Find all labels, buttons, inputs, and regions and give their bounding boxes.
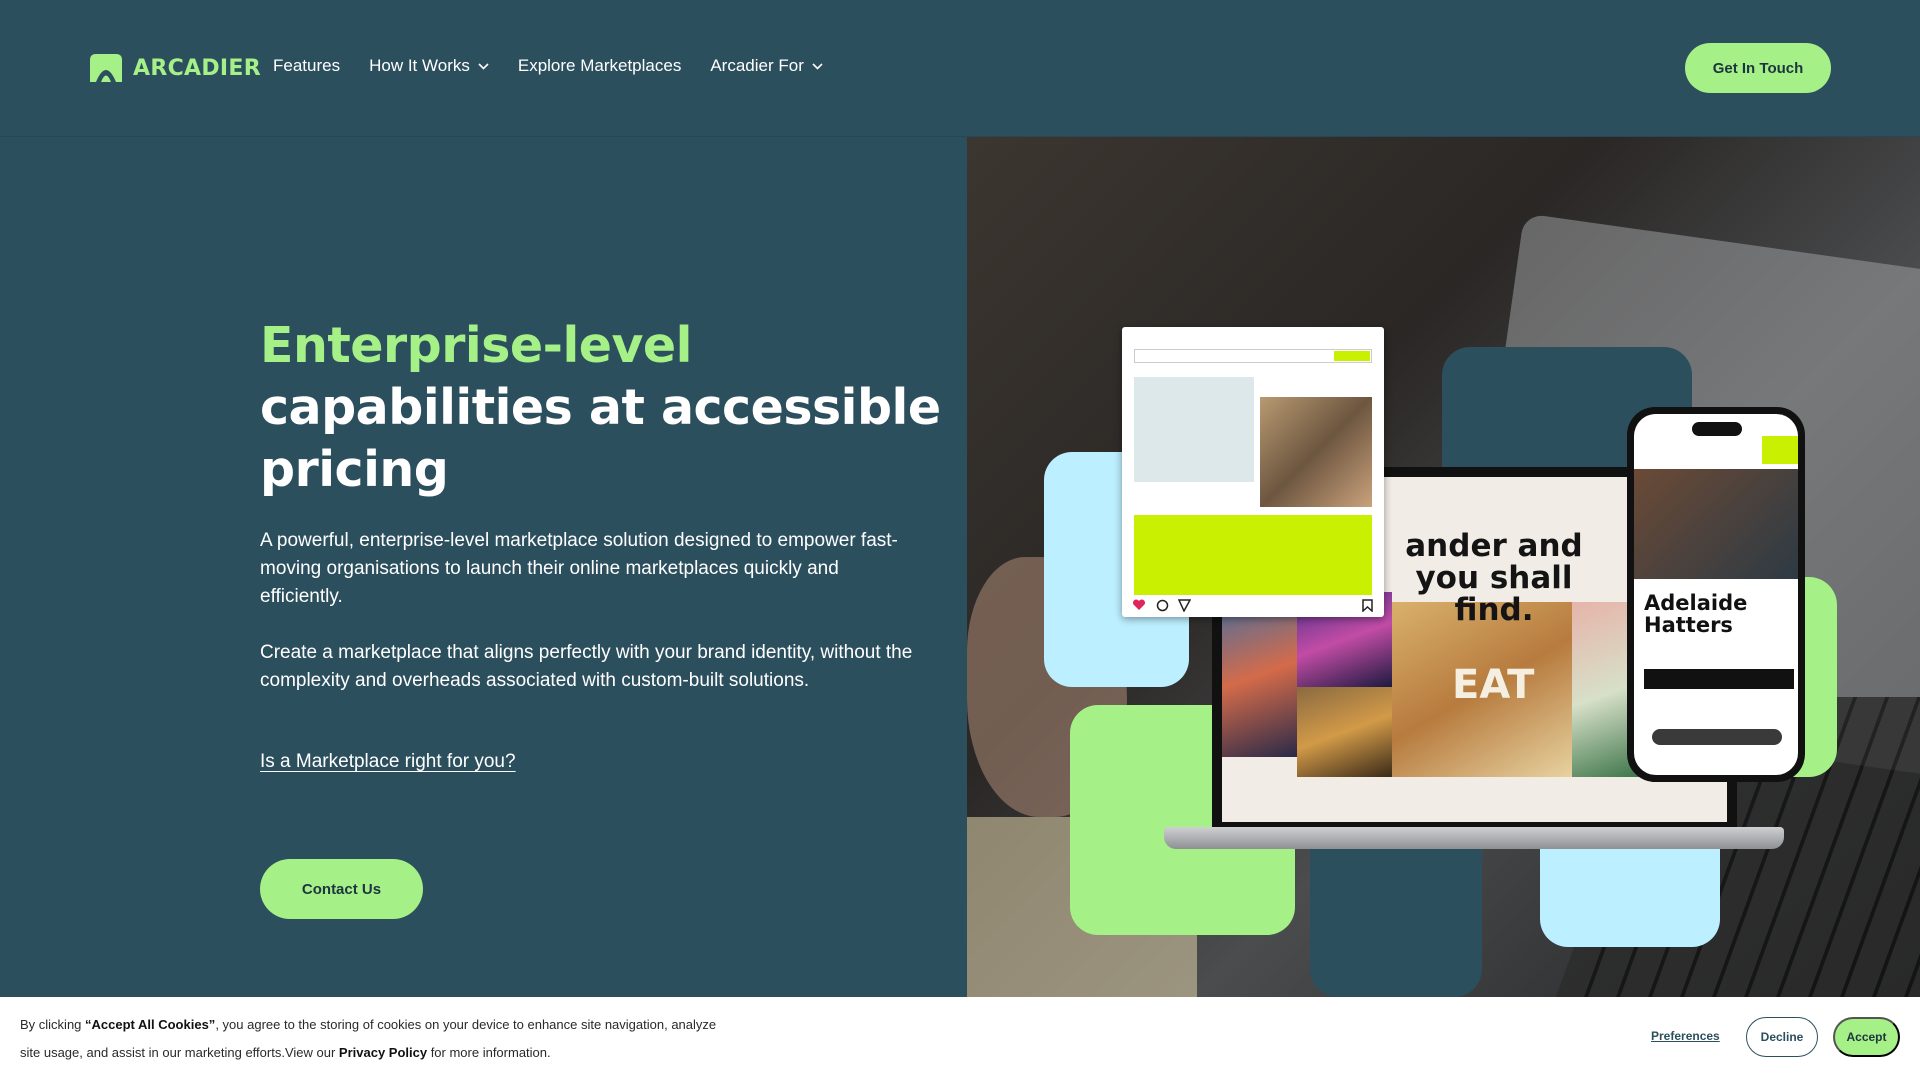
mock-map <box>1134 377 1254 482</box>
nav-label: Explore Marketplaces <box>517 56 682 75</box>
nav-label: Features <box>273 56 341 75</box>
laptop-base <box>1164 827 1784 849</box>
accept-button[interactable]: Accept <box>1833 1017 1900 1057</box>
comment-icon <box>1156 599 1169 612</box>
decline-button[interactable]: Decline <box>1746 1017 1818 1057</box>
cookie-message: By clicking “Accept All Cookies”, you ag… <box>20 1011 720 1067</box>
cookie-accept-all-text: “Accept All Cookies” <box>85 1017 216 1032</box>
phone-photo <box>1634 469 1798 579</box>
nav-arcadier-for[interactable]: Arcadier For <box>710 56 823 76</box>
nav-explore-marketplaces[interactable]: Explore Marketplaces <box>518 56 681 76</box>
privacy-policy-link[interactable]: Privacy Policy <box>339 1045 427 1060</box>
arcadier-logo-icon <box>90 54 122 82</box>
phone-mockup: Adelaide Hatters <box>1627 407 1805 782</box>
mock-button <box>1334 351 1370 361</box>
nav-how-it-works[interactable]: How It Works <box>369 56 489 76</box>
logo[interactable]: ARCADIER <box>88 52 261 84</box>
phone-go-button <box>1762 436 1798 464</box>
cookie-prefix: By clicking <box>20 1017 86 1032</box>
share-icon <box>1178 599 1191 612</box>
get-in-touch-button[interactable]: Get In Touch <box>1685 43 1831 93</box>
hero-paragraph-1: A powerful, enterprise-level marketplace… <box>260 530 898 607</box>
laptop-headline: ander and you shall find. <box>1405 528 1583 628</box>
phone-notch <box>1692 422 1742 436</box>
contact-us-button[interactable]: Contact Us <box>260 859 423 919</box>
nav-label: Arcadier For <box>710 56 804 75</box>
hero-title-accent: Enterprise-level <box>260 317 692 374</box>
screen-photo <box>1297 687 1392 777</box>
top-nav: ARCADIER Features How It Works Explore M… <box>0 0 1920 137</box>
screen-eat-text: EAT <box>1452 662 1535 708</box>
phone-screen: Adelaide Hatters <box>1634 414 1798 775</box>
phone-title: Adelaide Hatters <box>1644 591 1748 637</box>
cookie-banner: By clicking “Accept All Cookies”, you ag… <box>0 997 1920 1080</box>
mock-yellow-footer <box>1134 515 1372 595</box>
hero-title-rest: capabilities at accessible pricing <box>260 379 941 498</box>
main-menu: Features How It Works Explore Marketplac… <box>273 56 823 76</box>
mock-product-grid <box>1260 397 1372 507</box>
hero-paragraph-2: Create a marketplace that aligns perfect… <box>260 642 913 691</box>
logo-text: ARCADIER <box>133 55 261 81</box>
chevron-down-icon <box>478 62 489 70</box>
nav-label: How It Works <box>369 56 470 75</box>
phone-url-bar <box>1652 729 1782 745</box>
chevron-down-icon <box>812 62 823 70</box>
nav-features[interactable]: Features <box>273 56 340 76</box>
heart-icon <box>1132 599 1146 610</box>
phone-learn-more <box>1644 669 1794 689</box>
social-post-mockup <box>1122 327 1384 617</box>
marketplace-right-for-you-link[interactable]: Is a Marketplace right for you? <box>260 751 516 773</box>
hero-image: EAT ander and you shall find. Adelaide H… <box>967 137 1920 997</box>
hero-title: Enterprise-level capabilities at accessi… <box>260 315 960 501</box>
cookie-suffix: for more information. <box>427 1045 551 1060</box>
bookmark-icon <box>1362 599 1373 612</box>
preferences-link[interactable]: Preferences <box>1651 1029 1720 1043</box>
